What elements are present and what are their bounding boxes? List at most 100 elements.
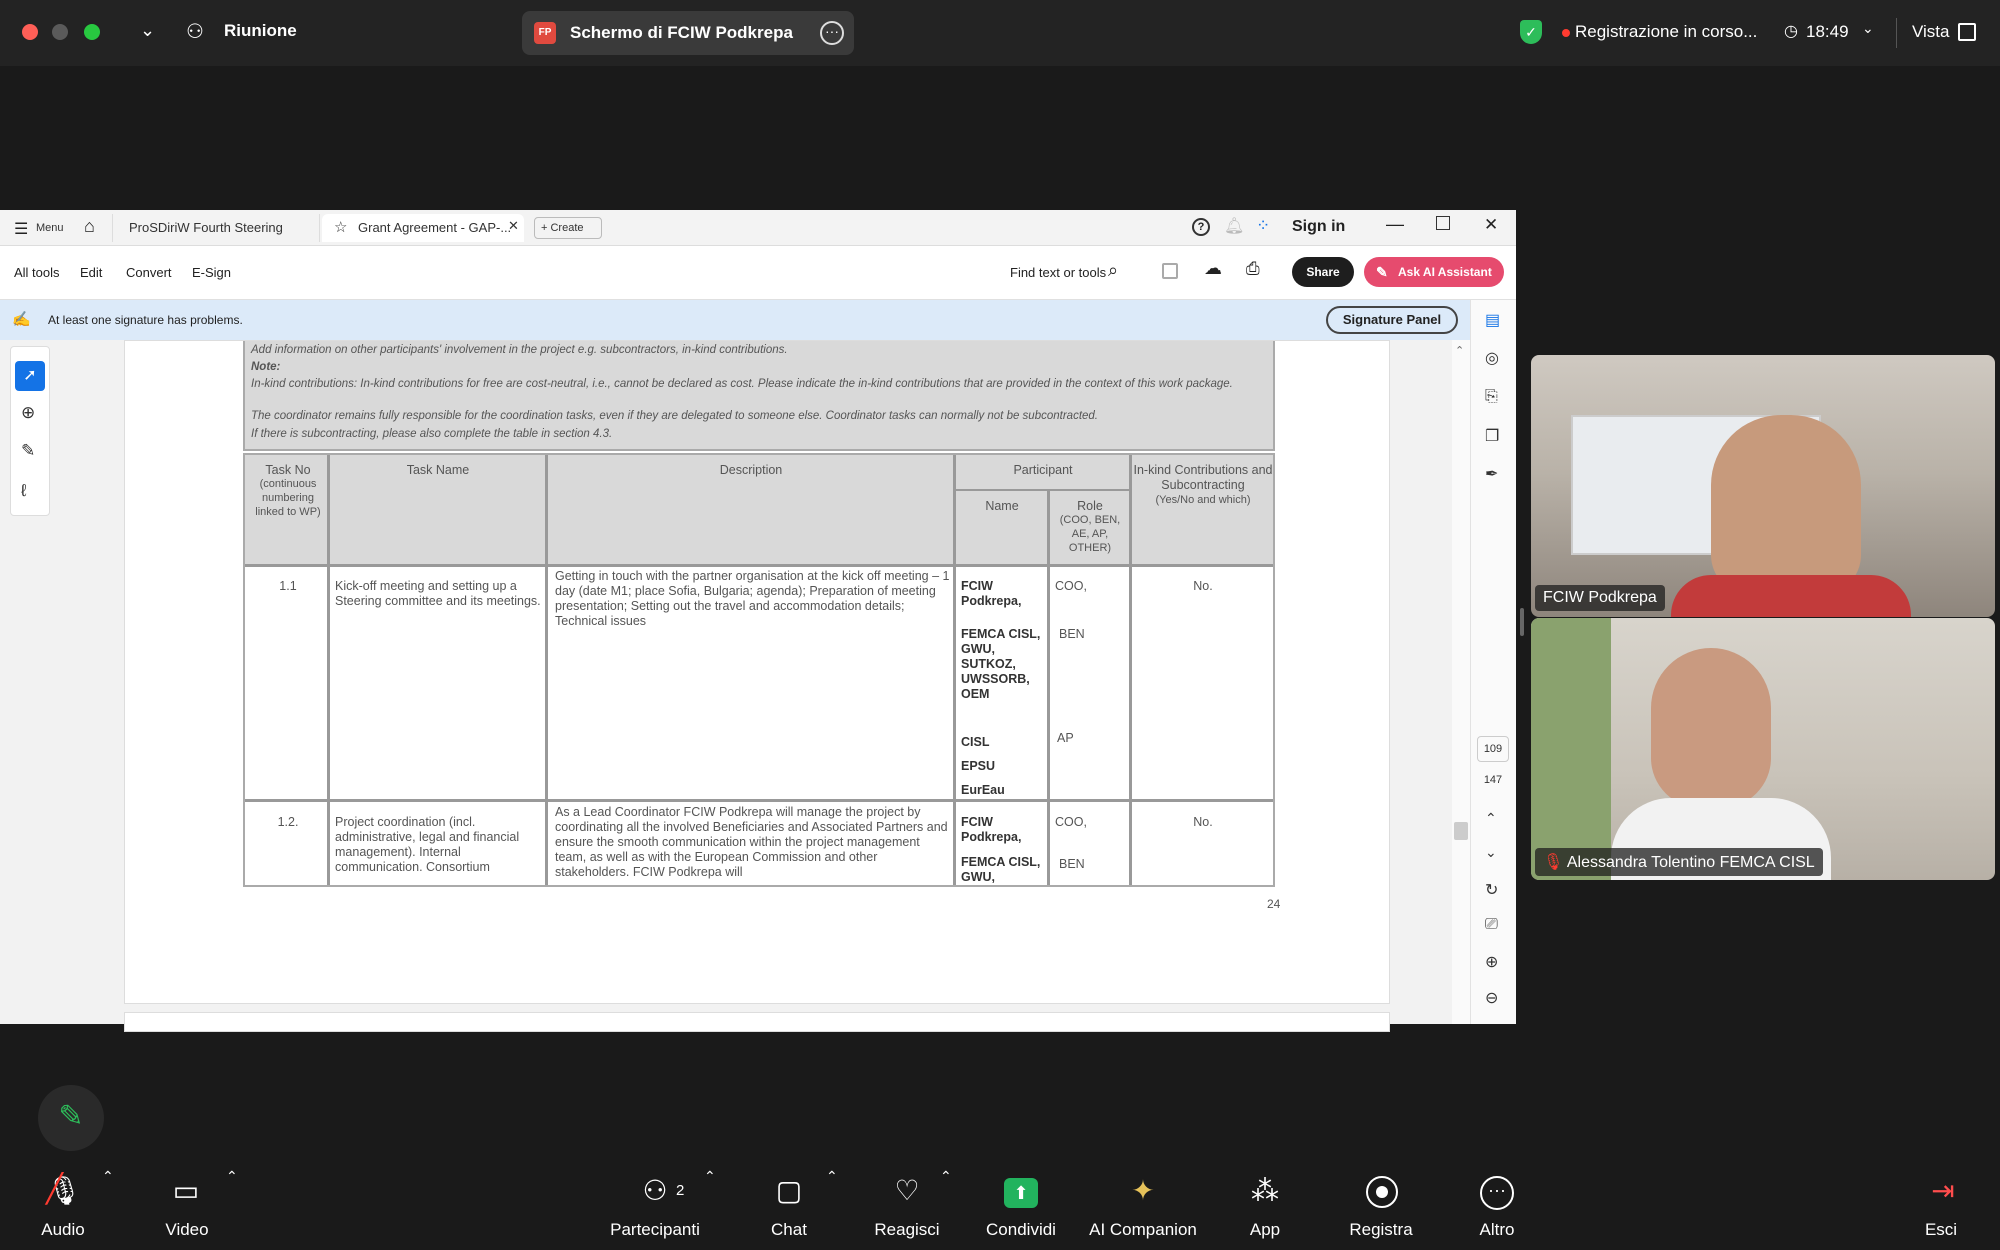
more-label[interactable]: Altro: [1442, 1220, 1552, 1240]
screen-share-pill[interactable]: FP Schermo di FCIW Podkrepa ···: [522, 11, 854, 55]
draw-tool-icon[interactable]: ℓ: [21, 481, 27, 501]
bookmarks-icon[interactable]: ⎘: [1485, 388, 1498, 406]
find-tools-field[interactable]: Find text or tools: [1010, 265, 1106, 280]
scrollbar-thumb[interactable]: [1454, 822, 1468, 840]
annotate-pen-button[interactable]: ✎: [38, 1085, 104, 1151]
row2-task-no: 1.2.: [277, 815, 299, 829]
chat-icon[interactable]: ▢: [764, 1174, 814, 1210]
save-icon[interactable]: [1162, 263, 1178, 279]
close-window-icon[interactable]: ✕: [1484, 215, 1498, 235]
ai-companion-label[interactable]: AI Companion: [1088, 1220, 1198, 1240]
more-options-icon[interactable]: ···: [820, 21, 844, 45]
scroll-up-icon[interactable]: ⌃: [1455, 344, 1464, 357]
row1-participant-4: EPSU: [961, 759, 996, 773]
search-icon[interactable]: ⌕: [1108, 260, 1118, 281]
record-icon[interactable]: [1366, 1176, 1398, 1208]
leave-icon[interactable]: ⇥: [1918, 1174, 1968, 1210]
chevron-down-icon[interactable]: ⌄: [1862, 20, 1874, 37]
reactions-heart-icon[interactable]: ♡: [882, 1174, 932, 1210]
hamburger-menu-icon[interactable]: ☰: [14, 219, 28, 239]
restore-icon[interactable]: [1436, 216, 1450, 230]
view-layout-icon[interactable]: [1958, 23, 1976, 41]
security-shield-icon[interactable]: ✓: [1520, 20, 1542, 44]
video-tile-alessandra[interactable]: 🎙︎ Alessandra Tolentino FEMCA CISL: [1531, 618, 1995, 880]
minimize-window-button[interactable]: [52, 24, 68, 40]
video-camera-icon[interactable]: ▭: [160, 1174, 212, 1210]
menu-e-sign[interactable]: E-Sign: [192, 265, 231, 280]
apps-grid-icon[interactable]: ⁘: [1256, 216, 1270, 236]
comment-tool-icon[interactable]: ⊕: [21, 403, 35, 423]
menu-convert[interactable]: Convert: [126, 265, 172, 280]
comments-panel-icon[interactable]: ▤: [1485, 310, 1500, 330]
create-tab-button[interactable]: + Create: [534, 217, 602, 239]
participants-label[interactable]: Partecipanti: [600, 1220, 710, 1240]
chevron-up-icon[interactable]: ⌃: [226, 1168, 238, 1185]
video-tile-fciw-podkrepa[interactable]: FCIW Podkrepa: [1531, 355, 1995, 617]
pages-icon[interactable]: ❐: [1485, 426, 1499, 446]
fit-page-icon[interactable]: ⎚: [1485, 916, 1498, 934]
close-window-button[interactable]: [22, 24, 38, 40]
meeting-time[interactable]: 18:49: [1806, 22, 1849, 42]
tab-grant-agreement[interactable]: Grant Agreement - GAP-...: [322, 214, 524, 242]
scrollbar[interactable]: ⌃: [1452, 340, 1470, 1024]
record-label[interactable]: Registra: [1326, 1220, 1436, 1240]
audio-label[interactable]: Audio: [8, 1220, 118, 1240]
menu-label[interactable]: Menu: [36, 214, 64, 242]
zoom-in-icon[interactable]: ⊕: [1485, 952, 1498, 972]
row1-inkind: No.: [1193, 579, 1213, 593]
recording-status[interactable]: Registrazione in corso...: [1575, 22, 1757, 42]
share-button[interactable]: Share: [1292, 257, 1354, 287]
share-label[interactable]: Condividi: [966, 1220, 1076, 1240]
zoom-out-icon[interactable]: ⊖: [1485, 988, 1498, 1008]
signature-panel-button[interactable]: Signature Panel: [1326, 306, 1458, 334]
home-icon[interactable]: ⌂: [84, 216, 95, 237]
print-icon[interactable]: ⎙: [1246, 259, 1260, 279]
chat-label[interactable]: Chat: [734, 1220, 844, 1240]
react-label[interactable]: Reagisci: [852, 1220, 962, 1240]
row1-participant-5: EurEau: [961, 783, 1005, 797]
maximize-window-button[interactable]: [84, 24, 100, 40]
tab-steering-committee[interactable]: ProSDiriW Fourth Steering Com...: [112, 214, 320, 263]
leave-label[interactable]: Esci: [1886, 1220, 1996, 1240]
current-page-input[interactable]: 109: [1477, 736, 1509, 762]
next-pdf-page: [124, 1012, 1390, 1032]
help-icon[interactable]: ?: [1192, 218, 1210, 236]
chevron-up-icon[interactable]: ⌃: [940, 1168, 952, 1185]
bell-icon[interactable]: 🔔︎: [1224, 216, 1244, 236]
ai-panel-icon[interactable]: ◎: [1485, 348, 1499, 368]
header-role: Role: [1077, 499, 1103, 513]
chevron-down-icon[interactable]: ⌄: [140, 20, 155, 41]
view-button[interactable]: Vista: [1912, 22, 1950, 42]
window-background: [1531, 618, 1611, 880]
next-page-icon[interactable]: ⌄: [1485, 844, 1497, 861]
sign-icon[interactable]: ✒: [1485, 464, 1498, 484]
apps-label[interactable]: App: [1210, 1220, 1320, 1240]
chevron-up-icon[interactable]: ⌃: [102, 1168, 114, 1185]
participants-icon[interactable]: ⚇: [630, 1174, 680, 1210]
previous-page-icon[interactable]: ⌃: [1485, 810, 1497, 827]
chevron-up-icon[interactable]: ⌃: [826, 1168, 838, 1185]
row2-description: As a Lead Coordinator FCIW Podkrepa will…: [555, 805, 948, 879]
apps-icon[interactable]: ⁂: [1240, 1174, 1290, 1210]
share-screen-icon[interactable]: ⬆: [1004, 1178, 1038, 1208]
divider: [1896, 18, 1897, 48]
menu-edit[interactable]: Edit: [80, 265, 102, 280]
star-icon[interactable]: ☆: [334, 218, 347, 236]
sign-in-button[interactable]: Sign in: [1292, 218, 1345, 236]
ask-ai-assistant-button[interactable]: ✎ Ask AI Assistant: [1364, 257, 1504, 287]
rotate-icon[interactable]: ↻: [1485, 880, 1498, 900]
select-tool-icon[interactable]: ➚: [15, 361, 45, 391]
highlight-tool-icon[interactable]: ✎: [21, 441, 35, 461]
close-tab-icon[interactable]: ✕: [508, 218, 519, 234]
chevron-up-icon[interactable]: ⌃: [704, 1168, 716, 1185]
panel-resize-handle[interactable]: [1520, 608, 1524, 636]
menu-all-tools[interactable]: All tools: [14, 265, 60, 280]
minimize-icon[interactable]: —: [1386, 214, 1404, 235]
video-label[interactable]: Video: [132, 1220, 242, 1240]
ai-companion-sparkle-icon[interactable]: ✦: [1118, 1174, 1168, 1210]
upload-cloud-icon[interactable]: ☁: [1204, 258, 1222, 279]
more-icon[interactable]: ···: [1480, 1176, 1514, 1210]
microphone-muted-icon[interactable]: 🎙︎ ╱: [38, 1173, 90, 1210]
intro-box: Add information on other participants' i…: [243, 341, 1275, 451]
row1-task-no: 1.1: [279, 579, 297, 593]
